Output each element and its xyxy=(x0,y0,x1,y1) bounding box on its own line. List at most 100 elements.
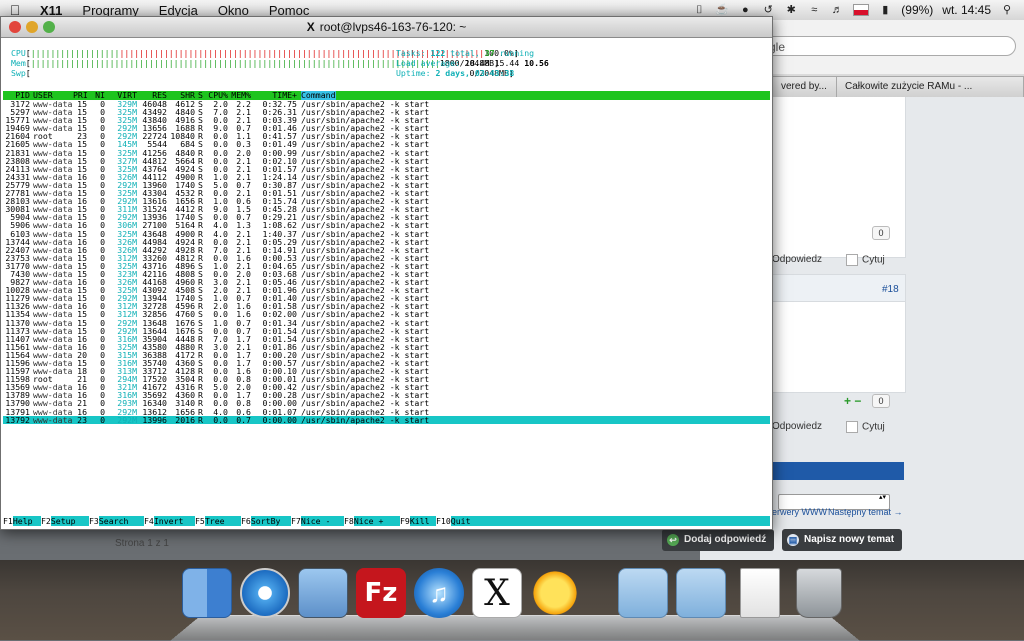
link-next-topic[interactable]: Następny temat → xyxy=(828,507,903,517)
load-15: 10.56 xyxy=(524,58,549,68)
tasks-total: 122 xyxy=(430,48,446,58)
add-reply-label: Dodaj odpowiedź xyxy=(684,534,767,545)
fkey-label: Invert xyxy=(153,516,184,526)
cell-mem: 0.7 xyxy=(236,414,251,425)
reply-label: Odpowiedz xyxy=(772,421,823,432)
tasks-meter: Tasks: 122 total, 37 running xyxy=(396,49,534,57)
link-servers[interactable]: erwery WWW xyxy=(772,507,827,517)
vote-count-2: 0 xyxy=(872,394,890,408)
cell-cpu: 0.0 xyxy=(213,414,228,425)
process-list: 3172 www-data 15 0 329M 46048 4612 S 2.0 2.2 0:32.… xyxy=(3,100,770,424)
applications-folder-icon[interactable] xyxy=(618,568,668,618)
uptime-label: Uptime: xyxy=(396,68,431,78)
cell-res: 13996 xyxy=(142,414,167,425)
new-topic-icon: ▤ xyxy=(787,534,799,546)
fkey-nice[interactable]: F7Nice - xyxy=(291,516,331,526)
forum-blue-bar xyxy=(770,462,904,480)
fkey-invert[interactable]: F4Invert xyxy=(144,516,184,526)
volume-icon[interactable]: ♬ xyxy=(830,4,844,16)
fkey-label: Nice - xyxy=(300,516,331,526)
reply-action-2[interactable]: Odpowiedz xyxy=(772,421,822,432)
plus-minus-icon[interactable]: + − xyxy=(844,394,861,408)
reply-icon: ↩ xyxy=(667,534,679,546)
fkey-help[interactable]: F1Help xyxy=(3,516,33,526)
fkey-label: Quit xyxy=(450,516,471,526)
fkey-key: F8 xyxy=(344,516,354,526)
terminal-title-text: root@lvps46-163-76-120: ~ xyxy=(319,20,467,34)
file-icon[interactable] xyxy=(740,568,780,618)
fkey-label: SortBy xyxy=(250,516,281,526)
fkey-key: F7 xyxy=(291,516,301,526)
fkey-search[interactable]: F3Search xyxy=(89,516,129,526)
reply-action-1[interactable]: Odpowiedz xyxy=(772,254,822,265)
quote-icon xyxy=(846,254,858,266)
documents-folder-icon[interactable] xyxy=(676,568,726,618)
cell-time: 0:00.00 xyxy=(262,414,297,425)
terminal-title: Xroot@lvps46-163-76-120: ~ xyxy=(1,17,772,37)
add-reply-button[interactable]: ↩ Dodaj odpowiedź xyxy=(662,529,775,551)
time-machine-icon[interactable]: ↺ xyxy=(761,4,775,16)
fkey-key: F1 xyxy=(3,516,13,526)
post-panel-2 xyxy=(770,301,906,393)
record-icon[interactable]: ● xyxy=(738,4,752,16)
fkey-quit[interactable]: F10Quit xyxy=(436,516,471,526)
uptime-value: 2 days, 03:43:38 xyxy=(435,68,515,78)
pager: Strona 1 z 1 xyxy=(115,538,169,549)
table-row[interactable]: 13792 www-data 23 0 292M 13996 2016 R 0.0 0.7 0:00… xyxy=(3,416,770,424)
quote-label: Cytuj xyxy=(862,421,885,433)
reply-label: Odpowiedz xyxy=(772,254,823,265)
fkey-setup[interactable]: F2Setup xyxy=(41,516,76,526)
tasks-running-suffix: running xyxy=(499,48,535,58)
trash-icon[interactable] xyxy=(796,568,842,618)
bluetooth-icon[interactable]: ✱ xyxy=(784,4,798,16)
fkey-tree[interactable]: F5Tree xyxy=(195,516,225,526)
safari-icon[interactable] xyxy=(240,568,290,618)
fkey-label: Search xyxy=(98,516,129,526)
function-key-bar: F1Help F2Setup F3Search F4Invert F5Tree F6Sor… xyxy=(3,516,770,526)
swp-label: Swp xyxy=(11,68,26,78)
fkey-nice[interactable]: F8Nice + xyxy=(344,516,383,526)
tab-ram-usage[interactable]: Całkowite zużycie RAMu - ... xyxy=(836,76,1024,97)
quote-icon xyxy=(846,421,858,433)
spotlight-icon[interactable]: ⚲ xyxy=(1000,4,1014,16)
terminal-titlebar[interactable]: Xroot@lvps46-163-76-120: ~ xyxy=(1,17,772,38)
fkey-label: Kill xyxy=(409,516,430,526)
x11-icon[interactable]: X xyxy=(472,568,522,618)
fkey-key: F2 xyxy=(41,516,51,526)
dock-shelf xyxy=(170,614,860,641)
htop-screen[interactable]: CPU[||||||||||||||||||||||||||||||||||||… xyxy=(3,38,770,526)
clock[interactable]: wt. 14:45 xyxy=(942,3,991,17)
fkey-key: F5 xyxy=(195,516,205,526)
post-number[interactable]: #18 xyxy=(882,284,899,295)
itunes-icon[interactable]: ♫ xyxy=(414,568,464,618)
preview-icon[interactable] xyxy=(298,568,348,618)
tasks-total-suffix: total, xyxy=(450,48,480,58)
cell-user: www-data xyxy=(33,414,73,425)
input-flag-icon[interactable] xyxy=(853,4,870,16)
finder-icon[interactable] xyxy=(182,568,232,618)
cup-icon[interactable]: ☕ xyxy=(715,4,729,16)
terminal-window: Xroot@lvps46-163-76-120: ~ CPU[|||||||||… xyxy=(0,16,773,530)
new-topic-button[interactable]: ▤ Napisz nowy temat xyxy=(782,529,903,551)
quote-action-1[interactable]: Cytuj xyxy=(846,254,885,266)
quote-action-2[interactable]: Cytuj xyxy=(846,421,885,433)
wine-glass-icon[interactable]: ⌷ xyxy=(692,4,706,16)
wifi-icon[interactable]: ≈ xyxy=(807,4,821,16)
vote-count-1: 0 xyxy=(872,226,890,240)
battery-icon[interactable]: ▮ xyxy=(878,4,892,16)
fkey-key: F9 xyxy=(400,516,410,526)
fkey-key: F3 xyxy=(89,516,99,526)
search-field[interactable]: gle xyxy=(760,36,1016,56)
cell-shr: 2016 xyxy=(175,414,195,425)
sun-icon[interactable] xyxy=(530,568,580,618)
load-label: Load average: xyxy=(396,58,461,68)
filezilla-icon[interactable]: Fz xyxy=(356,568,406,618)
load-meter: Load average: 18.48 15.44 10.56 xyxy=(396,59,549,67)
fkey-key: F10 xyxy=(436,516,451,526)
menubar-status: ⌷ ☕ ● ↺ ✱ ≈ ♬ ▮ (99%) wt. 14:45 ⚲ xyxy=(692,3,1024,17)
fkey-key: F6 xyxy=(241,516,251,526)
cell-ni: 0 xyxy=(100,414,105,425)
fkey-sortby[interactable]: F6SortBy xyxy=(241,516,281,526)
tasks-running: 37 xyxy=(484,48,495,58)
fkey-kill[interactable]: F9Kill xyxy=(400,516,430,526)
